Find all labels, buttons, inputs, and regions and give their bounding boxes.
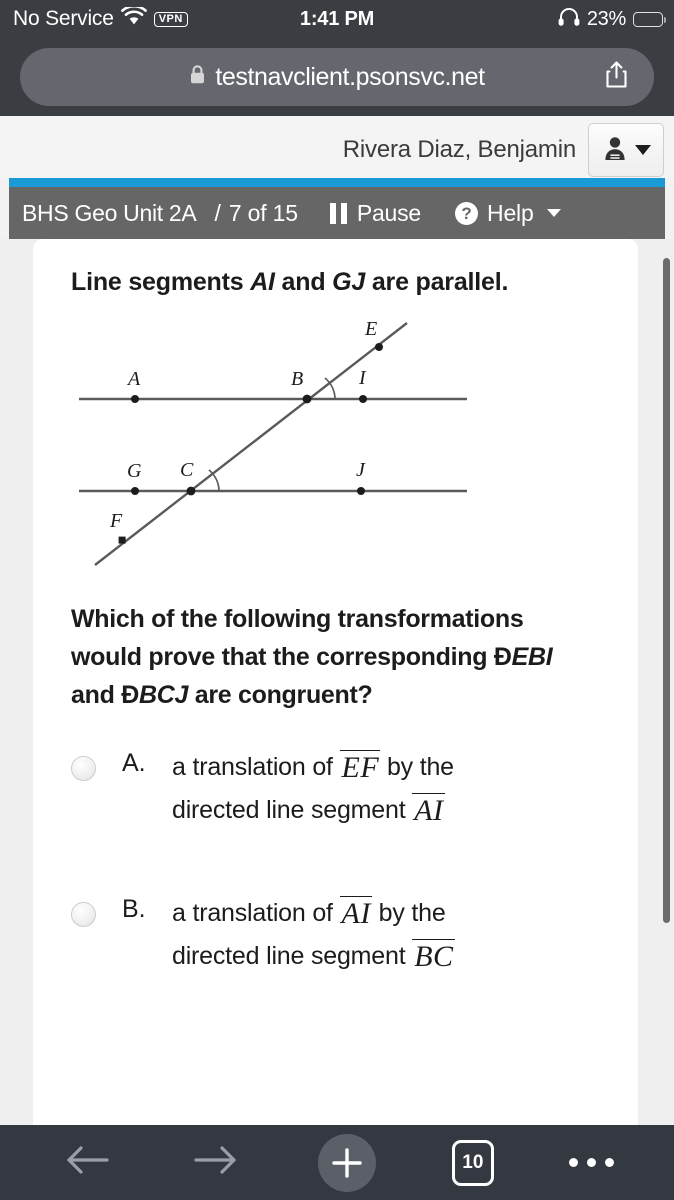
option-b-line2-before: directed line segment bbox=[172, 942, 413, 971]
safari-browser-window: No Service VPN 1:41 PM 23% testnavclient… bbox=[0, 0, 674, 1200]
plus-icon bbox=[318, 1133, 377, 1192]
tab-count-label: 10 bbox=[451, 1139, 494, 1186]
pause-label: Pause bbox=[356, 199, 422, 226]
label-a: A bbox=[126, 368, 141, 390]
radio-button-b[interactable] bbox=[71, 902, 96, 928]
question-mark-icon: ? bbox=[455, 201, 479, 225]
progress-separator: / bbox=[214, 199, 221, 226]
forward-arrow-icon bbox=[189, 1140, 243, 1185]
more-options-button[interactable] bbox=[569, 1158, 615, 1167]
option-b-segment-bc: BC bbox=[412, 939, 455, 974]
pause-icon bbox=[329, 202, 347, 224]
answer-option-a[interactable]: A. a translation of EF by the directed l… bbox=[71, 746, 602, 832]
option-a-segment-ai: AI bbox=[412, 793, 445, 828]
unit-title-label: BHS Geo Unit 2A bbox=[22, 199, 197, 226]
point-j bbox=[357, 487, 365, 496]
stem-text-1: Line segments bbox=[71, 268, 251, 296]
scrollbar-thumb[interactable] bbox=[663, 258, 670, 923]
question-scroll-area[interactable]: Line segments AI and GJ are parallel. A … bbox=[0, 239, 674, 1125]
stem-text-3: are parallel. bbox=[365, 268, 509, 296]
prompt-text-1: Which of the following transformations w… bbox=[71, 605, 524, 672]
question-progress-label: 7 of 15 bbox=[228, 199, 298, 226]
more-options-icon bbox=[569, 1158, 615, 1167]
option-letter-b: B. bbox=[122, 895, 146, 924]
web-page-content: Rivera Diaz, Benjamin BHS Geo Unit 2A / bbox=[0, 116, 674, 1125]
point-b bbox=[302, 394, 312, 404]
parallel-lines-transversal-diagram: A B I E G C J F bbox=[67, 315, 602, 582]
option-a-segment-ef: EF bbox=[339, 750, 381, 785]
option-a-line1-before: a translation of bbox=[172, 753, 340, 782]
battery-icon bbox=[633, 11, 667, 27]
transversal-line bbox=[94, 322, 408, 567]
point-i bbox=[359, 395, 367, 404]
safari-url-bar: testnavclient.psonsvc.net bbox=[0, 38, 674, 116]
ios-status-bar: No Service VPN 1:41 PM 23% bbox=[0, 0, 674, 38]
label-f: F bbox=[109, 510, 123, 532]
battery-percent-label: 23% bbox=[586, 7, 626, 30]
prompt-angle-bcj: BCJ bbox=[138, 681, 189, 710]
address-bar[interactable]: testnavclient.psonsvc.net bbox=[20, 48, 654, 106]
option-b-segment-ai: AI bbox=[339, 896, 372, 931]
status-bar-right: 23% bbox=[558, 8, 674, 31]
option-a-line2-before: directed line segment bbox=[172, 796, 413, 825]
accent-strip bbox=[9, 178, 665, 187]
stem-text-2: and bbox=[274, 268, 333, 296]
prompt-angle-ebi: EBI bbox=[511, 643, 553, 672]
safari-bottom-toolbar: 10 bbox=[0, 1125, 674, 1200]
option-b-line1-after: by the bbox=[371, 899, 446, 928]
tabs-button[interactable]: 10 bbox=[451, 1139, 494, 1186]
point-a bbox=[131, 395, 139, 404]
stem-segment-ai: AI bbox=[250, 268, 275, 296]
help-button[interactable]: ? Help bbox=[455, 200, 561, 227]
point-c bbox=[186, 486, 196, 496]
prompt-text-3: are congruent? bbox=[188, 681, 373, 710]
prompt-text-2: and Ð bbox=[71, 681, 139, 710]
back-arrow-icon bbox=[60, 1140, 114, 1185]
exam-toolbar: BHS Geo Unit 2A / 7 of 15 Pause ? Help bbox=[9, 187, 665, 239]
chevron-down-icon bbox=[546, 209, 561, 217]
page-scrollbar[interactable] bbox=[660, 239, 674, 1125]
option-letter-a: A. bbox=[122, 749, 146, 778]
figure-svg: A B I E G C J F bbox=[79, 318, 467, 567]
option-b-line1-before: a translation of bbox=[172, 899, 340, 928]
question-stem: Line segments AI and GJ are parallel. bbox=[71, 267, 602, 298]
chevron-down-icon bbox=[634, 145, 651, 155]
label-b: B bbox=[291, 368, 303, 390]
point-g bbox=[131, 487, 139, 496]
url-text: testnavclient.psonsvc.net bbox=[215, 62, 485, 91]
back-button[interactable] bbox=[60, 1140, 114, 1185]
option-a-line1-after: by the bbox=[380, 753, 454, 782]
share-icon[interactable] bbox=[605, 61, 628, 94]
option-text-b: a translation of AI by the directed line… bbox=[172, 892, 455, 978]
headphones-icon bbox=[558, 7, 580, 31]
option-text-a: a translation of EF by the directed line… bbox=[172, 746, 454, 832]
student-name-label: Rivera Diaz, Benjamin bbox=[342, 136, 576, 163]
question-prompt: Which of the following transformations w… bbox=[71, 600, 571, 714]
user-avatar-icon bbox=[602, 135, 628, 166]
point-f bbox=[118, 536, 126, 544]
lock-icon bbox=[189, 64, 206, 90]
testnav-app-header: Rivera Diaz, Benjamin bbox=[0, 116, 674, 178]
answer-option-b[interactable]: B. a translation of AI by the directed l… bbox=[71, 892, 602, 978]
help-label: Help bbox=[487, 199, 534, 226]
answer-options-list: A. a translation of EF by the directed l… bbox=[71, 746, 602, 978]
label-c: C bbox=[180, 459, 194, 481]
account-menu-button[interactable] bbox=[588, 123, 664, 177]
point-e bbox=[375, 343, 383, 352]
label-e: E bbox=[364, 318, 377, 340]
pause-button[interactable]: Pause bbox=[329, 199, 422, 227]
question-card: Line segments AI and GJ are parallel. A … bbox=[33, 239, 638, 1125]
label-j: J bbox=[356, 459, 366, 481]
label-i: I bbox=[358, 367, 367, 389]
label-g: G bbox=[127, 460, 142, 482]
new-tab-button[interactable] bbox=[318, 1133, 377, 1192]
radio-button-a[interactable] bbox=[71, 756, 96, 782]
stem-segment-gj: GJ bbox=[332, 268, 366, 296]
forward-button[interactable] bbox=[189, 1140, 243, 1185]
